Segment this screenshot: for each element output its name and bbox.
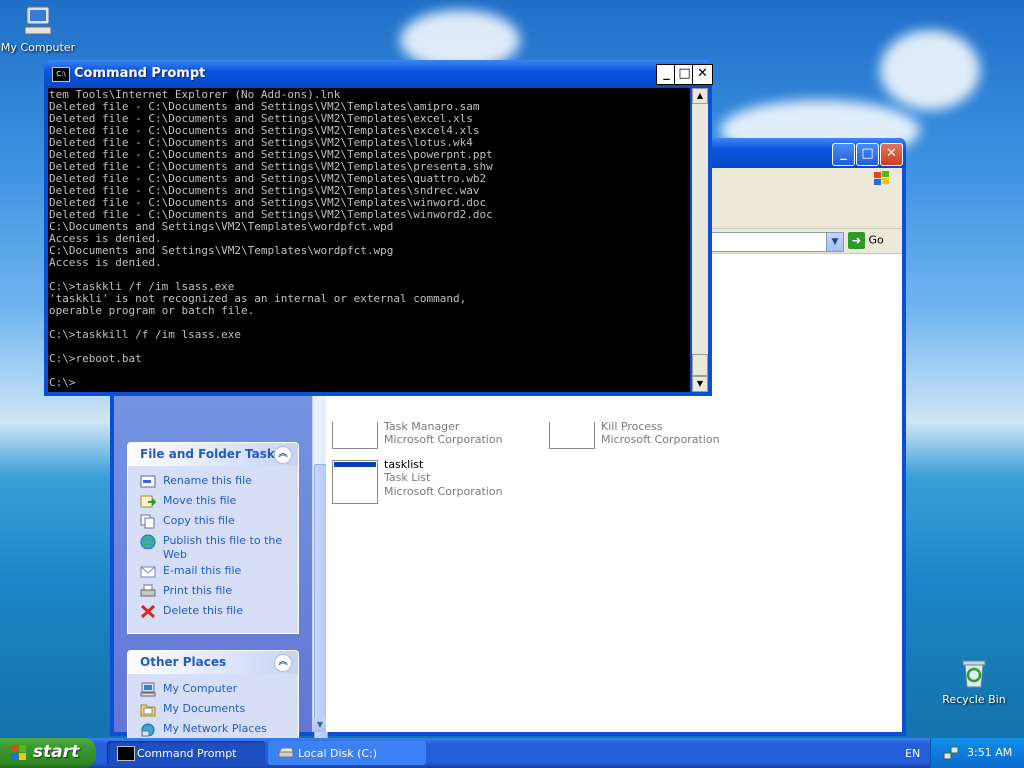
start-label: start: [33, 742, 80, 762]
recycle-bin-icon: [957, 656, 991, 690]
windows-logo-icon: [11, 745, 26, 760]
publish-icon: [140, 534, 156, 549]
language-indicator[interactable]: EN: [905, 747, 920, 760]
task-label: Publish this file to the Web: [163, 534, 283, 561]
file-item-kill-process[interactable]: Kill Process Microsoft Corporation: [549, 420, 769, 466]
desktop-icon-my-computer[interactable]: My Computer: [0, 4, 76, 54]
place-label: My Documents: [163, 702, 246, 715]
task-move-file[interactable]: Move this file: [128, 494, 298, 514]
copy-icon: [140, 514, 155, 529]
task-label: Delete this file: [163, 604, 243, 617]
task-delete-file[interactable]: Delete this file: [128, 604, 298, 624]
system-tray: 3:51 AM: [930, 738, 1024, 768]
minimize-button[interactable]: _: [832, 143, 855, 166]
scroll-down-button[interactable]: ▼: [692, 376, 708, 392]
windows-logo-icon: [870, 170, 894, 188]
panel-title: Other Places: [140, 655, 227, 669]
print-icon: [140, 584, 156, 597]
desktop-cloud: [880, 30, 980, 110]
console-output[interactable]: tem Tools\Internet Explorer (No Add-ons)…: [48, 88, 690, 392]
network-places-icon: [141, 723, 155, 737]
task-label: Rename this file: [163, 474, 252, 487]
application-icon: [332, 460, 378, 504]
task-email-file[interactable]: E-mail this file: [128, 564, 298, 584]
panel-header[interactable]: Other Places ︽: [128, 651, 298, 674]
panel-title: File and Folder Tasks: [140, 447, 283, 461]
go-arrow-icon: ➜: [848, 232, 865, 249]
window-title: Command Prompt: [74, 66, 206, 81]
file-folder-tasks-panel: File and Folder Tasks ︽ Rename this file…: [127, 442, 299, 634]
clock[interactable]: 3:51 AM: [967, 746, 1012, 759]
file-company: Microsoft Corporation: [601, 433, 720, 446]
cmd-titlebar[interactable]: C:\ Command Prompt _ □ ✕: [44, 60, 713, 88]
taskbar: start Command Prompt Local Disk (C:) EN …: [0, 738, 1024, 768]
maximize-button[interactable]: □: [856, 143, 879, 166]
task-label: Print this file: [163, 584, 233, 597]
collapse-icon[interactable]: ︽: [274, 654, 292, 672]
scroll-down-button[interactable]: ▼: [313, 718, 327, 732]
taskbar-button-label: Command Prompt: [137, 747, 237, 760]
network-tray-icon[interactable]: [943, 745, 959, 761]
task-copy-file[interactable]: Copy this file: [128, 514, 298, 534]
other-places-panel: Other Places ︽ My Computer My Documents …: [127, 650, 299, 752]
scrollbar-thumb[interactable]: [692, 354, 708, 376]
file-name: tasklist: [384, 458, 424, 471]
desktop-icon-recycle-bin[interactable]: Recycle Bin: [936, 656, 1012, 706]
go-label: Go: [868, 233, 884, 247]
cmd-app-icon: [117, 746, 135, 761]
my-computer-icon: [21, 4, 55, 38]
move-icon: [140, 495, 156, 508]
console-scrollbar[interactable]: ▲ ▼: [692, 88, 708, 392]
place-my-computer[interactable]: My Computer: [128, 682, 298, 702]
task-rename-file[interactable]: Rename this file: [128, 474, 298, 494]
taskbar-button-label: Local Disk (C:): [298, 747, 378, 760]
console-text: tem Tools\Internet Explorer (No Add-ons)…: [49, 88, 493, 389]
file-description: Task List: [384, 471, 431, 484]
rename-icon: [140, 475, 156, 488]
application-icon: [332, 422, 378, 449]
desktop-icon-label: My Computer: [0, 41, 76, 54]
taskbar-button-command-prompt[interactable]: Command Prompt: [107, 741, 265, 765]
my-computer-icon: [140, 682, 156, 697]
task-print-file[interactable]: Print this file: [128, 584, 298, 604]
drive-icon: [278, 746, 294, 759]
close-button[interactable]: ✕: [692, 64, 713, 85]
task-label: E-mail this file: [163, 564, 242, 577]
cmd-app-icon: C:\: [52, 67, 70, 82]
task-label: Move this file: [163, 494, 237, 507]
go-button[interactable]: ➜ Go: [848, 232, 896, 250]
start-button[interactable]: start: [0, 738, 96, 768]
file-item-tasklist[interactable]: tasklist Task List Microsoft Corporation: [332, 458, 552, 504]
delete-icon: [140, 604, 156, 619]
address-dropdown-button[interactable]: ▼: [826, 233, 843, 251]
place-label: My Network Places: [163, 722, 267, 735]
task-publish-file[interactable]: Publish this file to the Web: [128, 534, 298, 564]
file-company: Microsoft Corporation: [384, 485, 503, 498]
file-description: Kill Process: [601, 420, 663, 433]
taskbar-button-local-disk[interactable]: Local Disk (C:): [268, 741, 426, 765]
scroll-up-button[interactable]: ▲: [692, 88, 708, 104]
desktop-icon-label: Recycle Bin: [942, 693, 1006, 706]
collapse-icon[interactable]: ︽: [274, 446, 292, 464]
email-icon: [140, 566, 156, 578]
task-label: Copy this file: [163, 514, 235, 527]
close-button[interactable]: ✕: [880, 143, 903, 166]
place-label: My Computer: [163, 682, 238, 695]
command-prompt-window[interactable]: C:\ Command Prompt _ □ ✕ tem Tools\Inter…: [44, 60, 713, 396]
panel-header[interactable]: File and Folder Tasks ︽: [128, 443, 298, 466]
place-my-documents[interactable]: My Documents: [128, 702, 298, 722]
my-documents-icon: [140, 704, 156, 717]
application-icon: [549, 422, 595, 449]
file-description: Task Manager: [384, 420, 460, 433]
file-company: Microsoft Corporation: [384, 433, 503, 446]
